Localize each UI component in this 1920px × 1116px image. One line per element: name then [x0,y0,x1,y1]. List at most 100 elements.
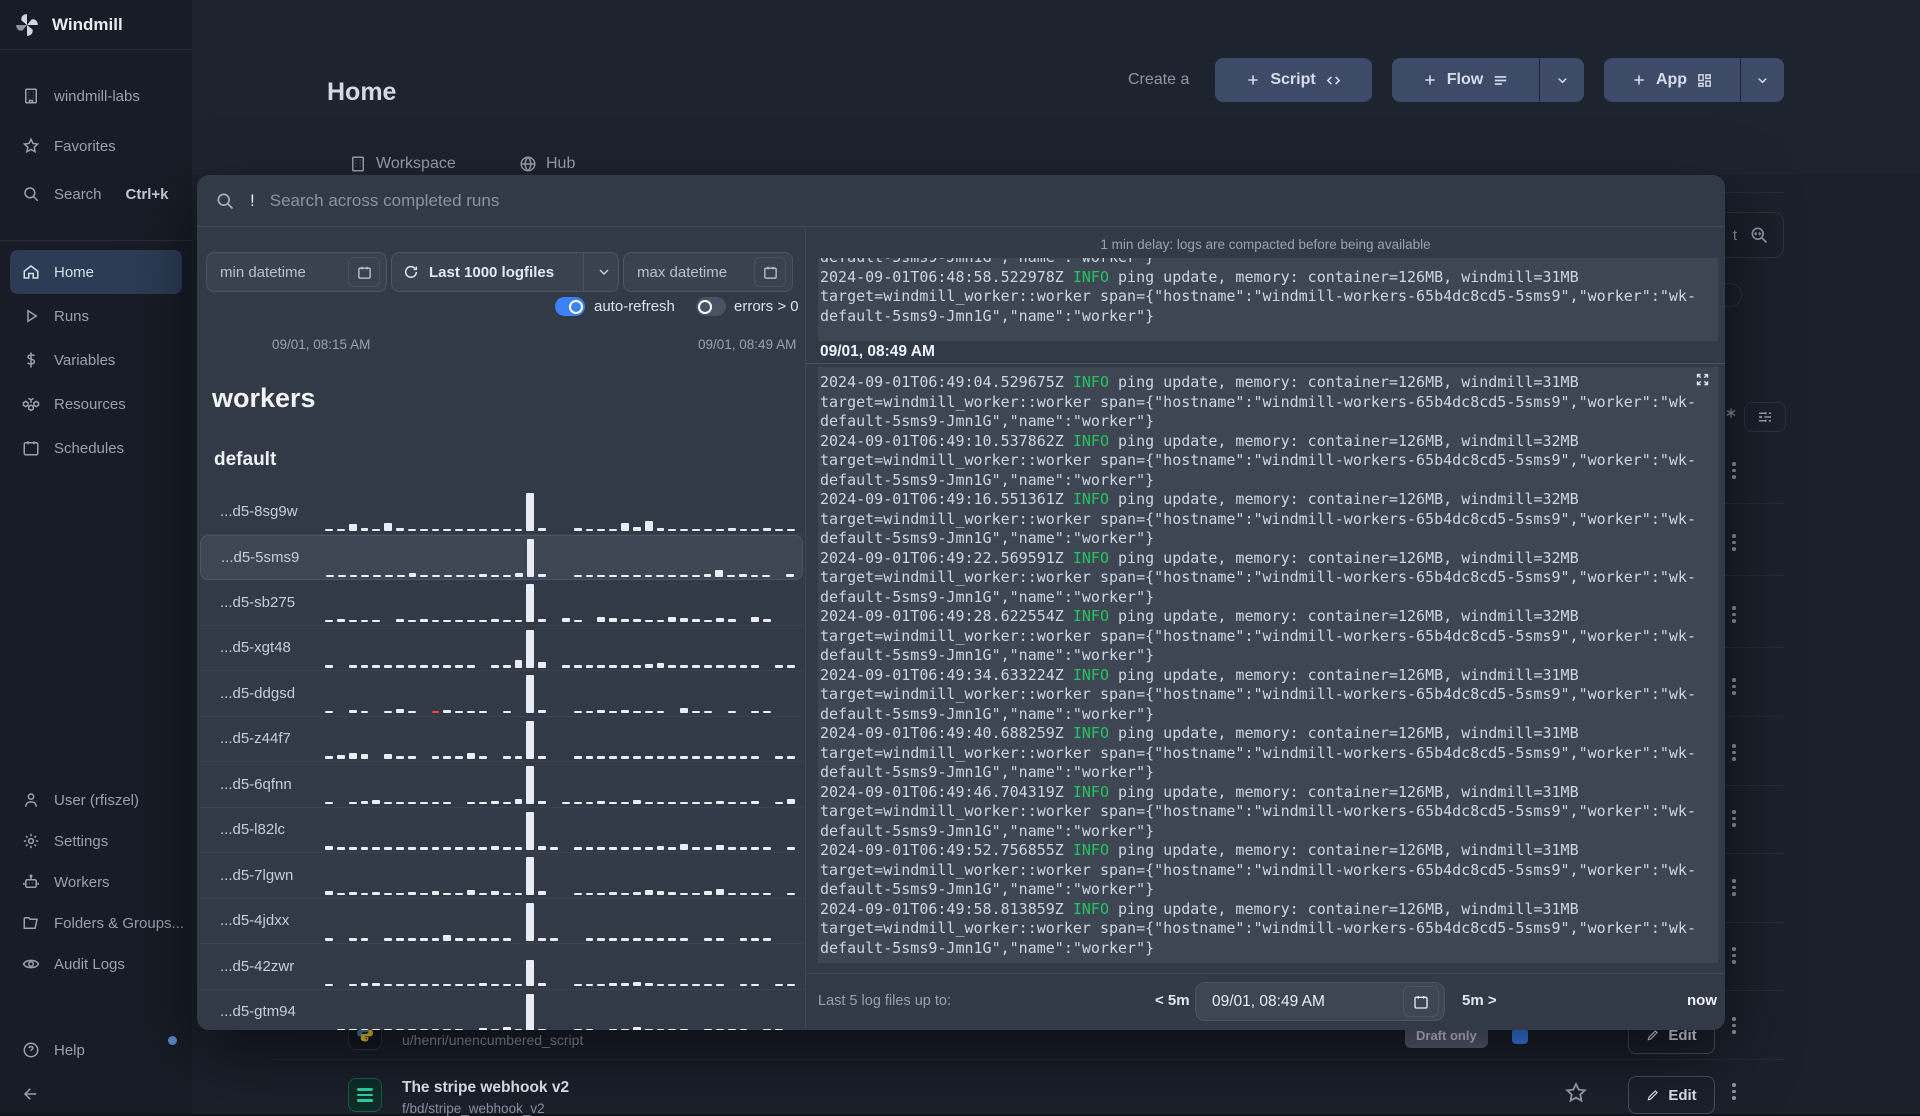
back-5m-button[interactable]: < 5m [1155,992,1190,1009]
tab-workspace-label: Workspace [376,155,456,172]
worker-row[interactable]: ...d5-z44f7 [200,717,803,762]
create-app-dropdown[interactable] [1740,58,1784,102]
sidebar-item-folders-groups[interactable]: Folders & Groups... [0,901,192,945]
worker-row[interactable]: ...d5-4jdxx [200,899,803,944]
sidebar-item-user[interactable]: User (rfiszel) [0,778,192,822]
item-path[interactable]: u/henri/unencumbered_script [402,1032,583,1048]
worker-row[interactable]: ...d5-8sg9w [200,489,803,535]
log-line: default-5sms9-Jmn1G","name":"worker"} [820,821,1155,840]
code-icon [1326,75,1340,85]
max-datetime-calendar-button[interactable] [754,257,786,287]
row-menu-kebab[interactable] [1731,810,1737,827]
row-menu-kebab[interactable] [1731,1017,1737,1034]
sidebar-item-resources[interactable]: Resources [0,382,192,426]
chevron-down-icon [1758,77,1767,83]
auto-refresh-label: auto-refresh [594,298,675,315]
log-line: target=windmill_worker::worker span={"ho… [820,919,1696,937]
worker-row[interactable]: ...d5-5sms9 [200,534,803,580]
create-app-button[interactable]: App [1604,58,1740,102]
brand-row[interactable]: Windmill [0,0,192,50]
row-menu-kebab[interactable] [1731,534,1737,551]
play-icon [27,309,38,323]
worker-row[interactable]: ...d5-sb275 [200,580,803,626]
item-title[interactable]: The stripe webhook v2 [402,1079,569,1097]
sidebar-item-workspace[interactable]: windmill-labs [0,74,192,118]
log-line: target=windmill_worker::worker span={"ho… [820,392,1696,411]
sidebar-item-help[interactable]: Help [0,1028,192,1072]
worker-row[interactable]: ...d5-xgt48 [200,626,803,671]
log-line: target=windmill_worker::worker span={"ho… [820,568,1696,586]
expand-icon[interactable] [1695,372,1710,387]
sidebar-item-schedules[interactable]: Schedules [0,426,192,470]
row-menu-kebab[interactable] [1731,879,1737,896]
page-title: Home [327,78,397,106]
create-script-button[interactable]: Script [1215,58,1372,102]
row-menu-kebab[interactable] [1731,606,1737,623]
log-block-current: 2024-09-01T06:49:04.529675Z INFO ping up… [818,367,1718,963]
log-level-info: INFO [1072,841,1109,859]
sidebar-item-label: User (rfiszel) [54,791,139,809]
sidebar-item-home[interactable]: Home [10,250,182,294]
worker-row[interactable]: ...d5-6qfnn [200,762,803,808]
calendar-icon [763,266,777,279]
search-code-icon [1751,227,1768,244]
forward-5m-button[interactable]: 5m > [1462,992,1497,1009]
boxes-icon [22,397,40,412]
log-line: default-5sms9-Jmn1G","name":"worker"} [820,880,1155,898]
worker-activity-sparkline [325,582,803,623]
sidebar-item-settings[interactable]: Settings [0,819,192,863]
sidebar-item-favorites[interactable]: Favorites [0,124,192,168]
worker-row[interactable]: ...d5-gtm94 [200,990,803,1030]
min-datetime-label: min datetime [220,263,306,281]
log-date-header: 09/01, 08:49 AM [820,343,935,360]
worker-activity-sparkline [326,537,802,578]
search-shortcut: Ctrl+k [125,185,169,203]
log-line: default-5sms9-Jmn1G","name":"worker"} [820,763,1155,781]
errors-toggle[interactable] [696,297,726,316]
log-level-info: INFO [1072,431,1109,450]
logfiles-dropdown[interactable]: Last 1000 logfiles [391,252,619,292]
log-line: target=windmill_worker::worker span={"ho… [820,743,1696,762]
service-logs-modal: ! Search across completed runs min datet… [197,175,1725,1030]
create-flow-button[interactable]: Flow [1392,58,1539,102]
sidebar-item-variables[interactable]: Variables [0,338,192,382]
now-button[interactable]: now [1647,992,1717,1009]
chevron-down-icon[interactable] [596,264,612,280]
row-menu-kebab[interactable] [1731,744,1737,761]
min-datetime-input[interactable]: min datetime [206,252,387,292]
sidebar-item-audit-logs[interactable]: Audit Logs [0,942,192,986]
row-menu-kebab[interactable] [1731,678,1737,695]
log-line: default-5sms9-Jmn1G","name":"worker"} [820,306,1155,325]
sidebar-item-search[interactable]: Search Ctrl+k [0,172,192,216]
tab-hub[interactable]: Hub [519,152,575,176]
worker-row[interactable]: ...d5-42zwr [200,944,803,990]
row-menu-kebab[interactable] [1731,947,1737,964]
collapse-sidebar-button[interactable] [0,1072,192,1116]
worker-row[interactable]: ...d5-l82lc [200,808,803,853]
log-datetime-input[interactable]: 09/01, 08:49 AM [1195,982,1445,1021]
sidebar-item-runs[interactable]: Runs [0,294,192,338]
create-a-label: Create a [1128,71,1190,88]
sidebar-item-workers[interactable]: Workers [0,860,192,904]
log-datetime-calendar-button[interactable] [1403,986,1439,1017]
filter-settings-button[interactable] [1744,402,1786,432]
search-icon [217,193,234,209]
worker-row[interactable]: ...d5-ddgsd [200,671,803,717]
runs-search-bar[interactable]: ! Search across completed runs [197,175,1725,227]
sidebar-divider [0,240,192,241]
worker-row[interactable]: ...d5-7lgwn [200,853,803,899]
row-menu-kebab[interactable] [1731,1083,1737,1100]
sparkline-end-time: 09/01, 08:49 AM [698,337,797,352]
log-block-previous: default-5sms9-Jmn1G","name":"worker"}202… [818,258,1718,341]
tab-workspace[interactable]: Workspace [349,152,456,176]
edit-button[interactable]: Edit [1628,1076,1715,1114]
sidebar-item-label: Workers [54,873,110,891]
create-app-label: App [1655,71,1688,88]
row-menu-kebab[interactable] [1731,462,1737,479]
min-datetime-calendar-button[interactable] [348,257,380,287]
star-favorite-icon[interactable] [1564,1081,1588,1105]
max-datetime-input[interactable]: max datetime [623,252,793,292]
auto-refresh-toggle[interactable] [555,297,585,316]
log-line: default-5sms9-Jmn1G","name":"worker"} [820,587,1155,606]
create-flow-dropdown[interactable] [1539,58,1584,102]
